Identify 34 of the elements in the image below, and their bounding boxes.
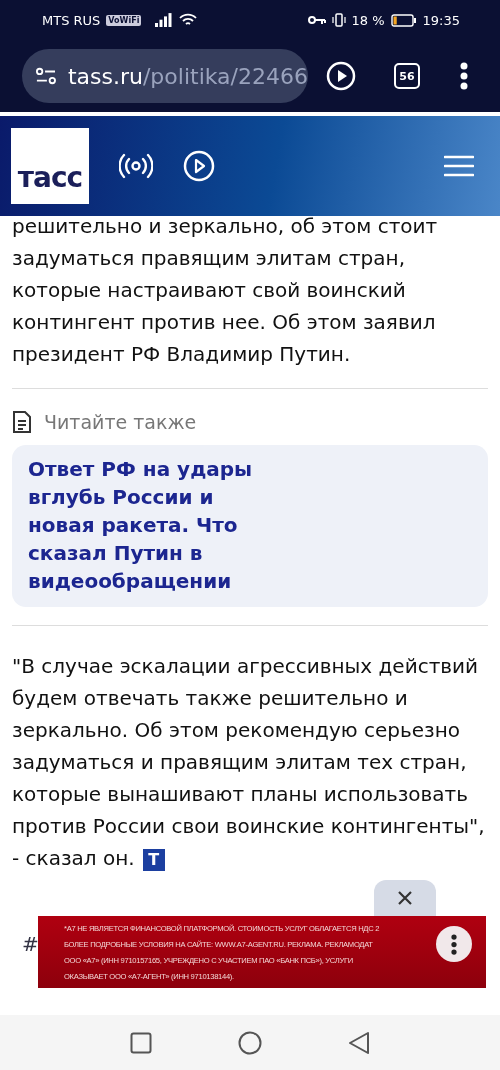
signal-icon xyxy=(155,13,174,27)
wifi-icon xyxy=(179,13,198,27)
circle-icon[interactable] xyxy=(238,1030,262,1055)
article-paragraph: решительно и зеркально, об этом стоит задуматься правящим элитам стран, которые настраивают свой воинский контингент против нее. Об этом заявил президент РФ Владимир Путин. xyxy=(12,213,439,368)
battery-icon xyxy=(390,13,417,27)
battery-percent: 18 % xyxy=(351,12,385,28)
document-icon xyxy=(12,411,32,433)
site-logo[interactable]: тасс xyxy=(11,128,89,204)
quote-paragraph: "В случае эскалации агрессивных действий будем отвечать также решительно и зеркально. Об этом рекомендую серьезно задуматься и правящим элитам тех стран, которые вынашивают планы использовать против России свои воинские контингенты", - сказал он. T xyxy=(12,653,486,873)
vibrate-icon xyxy=(331,13,346,27)
play-icon[interactable] xyxy=(326,61,356,91)
close-ad-button[interactable] xyxy=(374,880,436,916)
more-icon xyxy=(451,933,457,955)
site-settings-icon xyxy=(36,67,56,85)
related-article-link[interactable]: Ответ РФ на удары вглубь России и новая ракета. Что сказал Путин в видеообращении xyxy=(12,445,488,607)
ad-options-button[interactable] xyxy=(436,926,472,962)
tab-count-button[interactable]: 56 xyxy=(394,63,420,89)
square-icon[interactable] xyxy=(130,1031,152,1054)
source-badge: T xyxy=(142,848,165,871)
triangle-icon[interactable] xyxy=(348,1030,370,1055)
vowifi-label: VoWiFi xyxy=(106,14,142,26)
see-also-label: Читайте также xyxy=(44,411,197,433)
menu-icon[interactable] xyxy=(444,155,474,177)
broadcast-icon[interactable] xyxy=(119,153,153,179)
play-icon[interactable] xyxy=(183,150,215,182)
key-icon xyxy=(307,15,326,25)
more-icon xyxy=(460,62,468,90)
carrier-name: MTS RUS xyxy=(42,12,101,28)
clock-time: 19:35 xyxy=(422,12,460,28)
url-text: tass.ru/politika/22466 xyxy=(67,63,308,89)
address-bar[interactable]: tass.ru/politika/22466 xyxy=(22,49,308,103)
tag-text[interactable]: # xyxy=(22,932,39,956)
ad-banner[interactable] xyxy=(38,916,486,988)
close-icon xyxy=(397,890,413,906)
